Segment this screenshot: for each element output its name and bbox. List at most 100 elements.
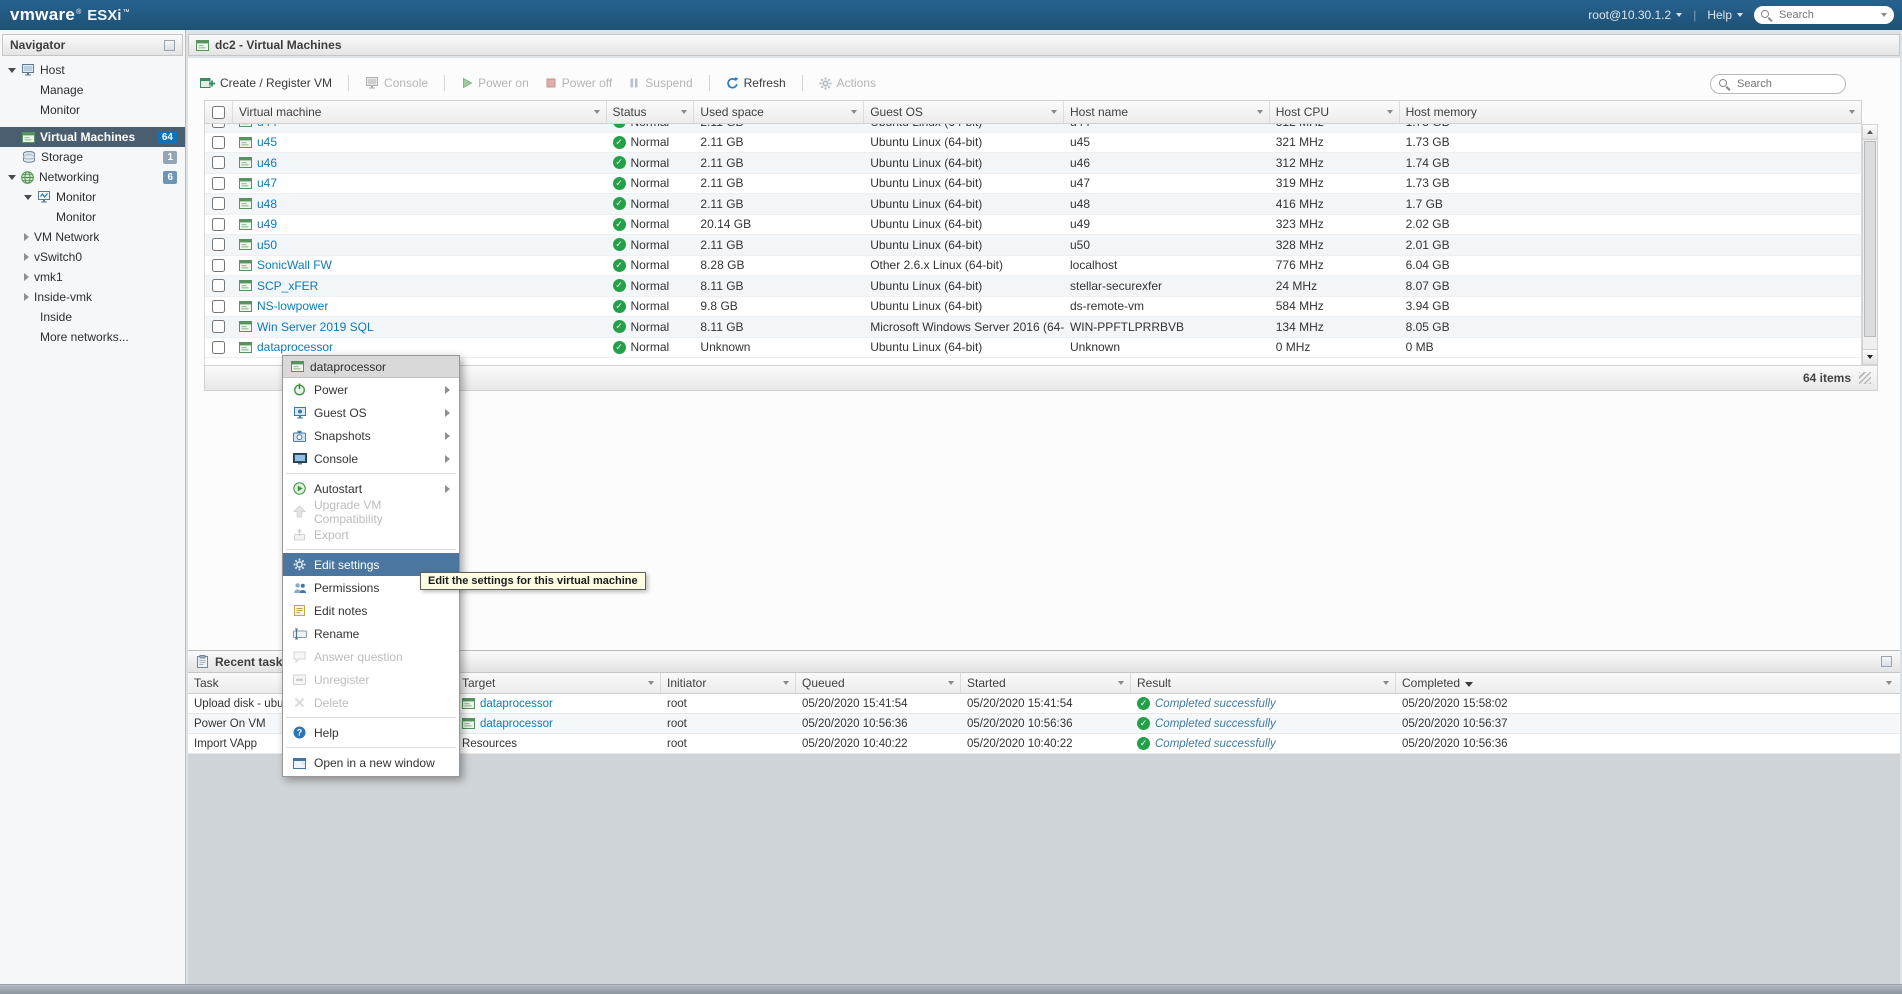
sidebar-item-virtual-machines[interactable]: Virtual Machines64 [0, 127, 185, 147]
column-menu-icon[interactable] [948, 681, 954, 685]
sidebar-item-networking[interactable]: Networking6 [0, 167, 185, 187]
vm-name-link[interactable]: u48 [257, 197, 277, 211]
sidebar-item-monitor[interactable]: Monitor [0, 207, 185, 227]
help-menu[interactable]: Help [1707, 8, 1743, 22]
vm-name-link[interactable]: SCP_xFER [257, 279, 318, 293]
menu-item-answer-question[interactable]: Answer question [283, 645, 459, 668]
column-menu-icon[interactable] [1257, 110, 1263, 114]
column-menu-icon[interactable] [1886, 681, 1892, 685]
column-menu-icon[interactable] [851, 110, 857, 114]
expand-arrow-icon[interactable] [24, 293, 29, 301]
collapse-arrow-icon[interactable] [24, 195, 32, 200]
vm-name-link[interactable]: u46 [257, 156, 277, 170]
menu-item-help[interactable]: ?Help [283, 721, 459, 744]
toolbar-power-off-button[interactable]: Power off [545, 76, 612, 90]
table-scrollbar[interactable] [1862, 124, 1878, 365]
sidebar-item-inside-vmk[interactable]: Inside-vmk [0, 287, 185, 307]
row-checkbox[interactable] [212, 218, 225, 231]
menu-item-delete[interactable]: Delete [283, 691, 459, 714]
expand-arrow-icon[interactable] [24, 253, 29, 261]
column-menu-icon[interactable] [1387, 110, 1393, 114]
vm-row[interactable]: NS-lowpower ✓Normal 9.8 GB Ubuntu Linux … [205, 297, 1861, 318]
scroll-up-button[interactable] [1863, 125, 1877, 140]
vm-row[interactable]: u48 ✓Normal 2.11 GB Ubuntu Linux (64-bit… [205, 194, 1861, 215]
vm-name-link[interactable]: SonicWall FW [257, 258, 332, 272]
global-search[interactable] [1754, 6, 1894, 24]
vm-row[interactable]: Win Server 2019 SQL ✓Normal 8.11 GB Micr… [205, 317, 1861, 338]
column-menu-icon[interactable] [1051, 110, 1057, 114]
collapse-arrow-icon[interactable] [8, 68, 16, 73]
toolbar-create-register-vm-button[interactable]: Create / Register VM [200, 76, 332, 90]
sidebar-item-storage[interactable]: Storage1 [0, 147, 185, 167]
select-all-checkbox[interactable] [212, 106, 225, 119]
row-checkbox[interactable] [212, 238, 225, 251]
menu-item-unregister[interactable]: Unregister [283, 668, 459, 691]
vm-name-link[interactable]: dataprocessor [257, 340, 333, 354]
column-header-virtual-machine[interactable]: Virtual machine [233, 101, 607, 123]
menu-item-power[interactable]: Power [283, 378, 459, 401]
sidebar-item-inside[interactable]: Inside [0, 307, 185, 327]
column-header-host-memory[interactable]: Host memory [1400, 101, 1861, 123]
vm-list-search-input[interactable] [1735, 77, 1837, 91]
vm-name-link[interactable]: u49 [257, 217, 277, 231]
column-menu-icon[interactable] [681, 110, 687, 114]
row-checkbox[interactable] [212, 341, 225, 354]
toolbar-actions-button[interactable]: Actions [819, 76, 876, 90]
task-column-initiator[interactable]: Initiator [661, 673, 796, 693]
menu-item-open-in-a-new-window[interactable]: Open in a new window [283, 751, 459, 774]
row-checkbox[interactable] [212, 320, 225, 333]
vm-row[interactable]: u50 ✓Normal 2.11 GB Ubuntu Linux (64-bit… [205, 235, 1861, 256]
task-column-started[interactable]: Started [961, 673, 1131, 693]
menu-item-rename[interactable]: Rename [283, 622, 459, 645]
column-header-used-space[interactable]: Used space [694, 101, 864, 123]
menu-item-export[interactable]: Export [283, 523, 459, 546]
expand-panel-icon[interactable] [1881, 656, 1892, 667]
vm-name-link[interactable]: NS-lowpower [257, 299, 328, 313]
row-checkbox[interactable] [212, 300, 225, 313]
column-menu-icon[interactable] [783, 681, 789, 685]
column-header-guest-os[interactable]: Guest OS [864, 101, 1064, 123]
expand-arrow-icon[interactable] [24, 273, 29, 281]
vm-name-link[interactable]: u44 [257, 124, 277, 129]
collapse-panel-icon[interactable] [164, 40, 175, 51]
column-header-status[interactable]: Status [607, 101, 695, 123]
row-checkbox[interactable] [212, 156, 225, 169]
scroll-down-button[interactable] [1863, 349, 1877, 364]
row-checkbox[interactable] [212, 177, 225, 190]
row-checkbox[interactable] [212, 279, 225, 292]
task-column-target[interactable]: Target [456, 673, 661, 693]
sidebar-item-monitor[interactable]: Monitor [0, 187, 185, 207]
toolbar-suspend-button[interactable]: Suspend [628, 76, 692, 90]
menu-item-snapshots[interactable]: Snapshots [283, 424, 459, 447]
vm-row[interactable]: SonicWall FW ✓Normal 8.28 GB Other 2.6.x… [205, 256, 1861, 277]
vm-name-link[interactable]: u45 [257, 135, 277, 149]
scroll-thumb[interactable] [1864, 141, 1876, 337]
row-checkbox[interactable] [212, 197, 225, 210]
column-menu-icon[interactable] [1383, 681, 1389, 685]
vm-name-link[interactable]: u47 [257, 176, 277, 190]
task-target-link[interactable]: dataprocessor [480, 718, 553, 730]
column-menu-icon[interactable] [594, 110, 600, 114]
vm-row[interactable]: u46 ✓Normal 2.11 GB Ubuntu Linux (64-bit… [205, 153, 1861, 174]
column-menu-icon[interactable] [1849, 110, 1855, 114]
sidebar-item-vswitch0[interactable]: vSwitch0 [0, 247, 185, 267]
vm-name-link[interactable]: u50 [257, 238, 277, 252]
sidebar-item-manage[interactable]: Manage [0, 80, 185, 100]
sidebar-item-host[interactable]: Host [0, 60, 185, 80]
row-checkbox[interactable] [212, 124, 225, 128]
menu-item-upgrade-vm-compatibility[interactable]: Upgrade VM Compatibility [283, 500, 459, 523]
vm-row[interactable]: u45 ✓Normal 2.11 GB Ubuntu Linux (64-bit… [205, 133, 1861, 154]
user-menu[interactable]: root@10.30.1.2 [1588, 8, 1682, 22]
toolbar-refresh-button[interactable]: Refresh [726, 76, 786, 90]
menu-item-edit-notes[interactable]: Edit notes [283, 599, 459, 622]
vm-row[interactable]: SCP_xFER ✓Normal 8.11 GB Ubuntu Linux (6… [205, 276, 1861, 297]
sidebar-item-monitor[interactable]: Monitor [0, 100, 185, 120]
task-column-result[interactable]: Result [1131, 673, 1396, 693]
vm-row[interactable]: u49 ✓Normal 20.14 GB Ubuntu Linux (64-bi… [205, 215, 1861, 236]
column-header-host-name[interactable]: Host name [1064, 101, 1270, 123]
resize-grip[interactable] [1859, 372, 1871, 384]
global-search-input[interactable] [1777, 8, 1876, 22]
sidebar-item-vm-network[interactable]: VM Network [0, 227, 185, 247]
sidebar-item-vmk1[interactable]: vmk1 [0, 267, 185, 287]
vm-name-link[interactable]: Win Server 2019 SQL [257, 320, 374, 334]
